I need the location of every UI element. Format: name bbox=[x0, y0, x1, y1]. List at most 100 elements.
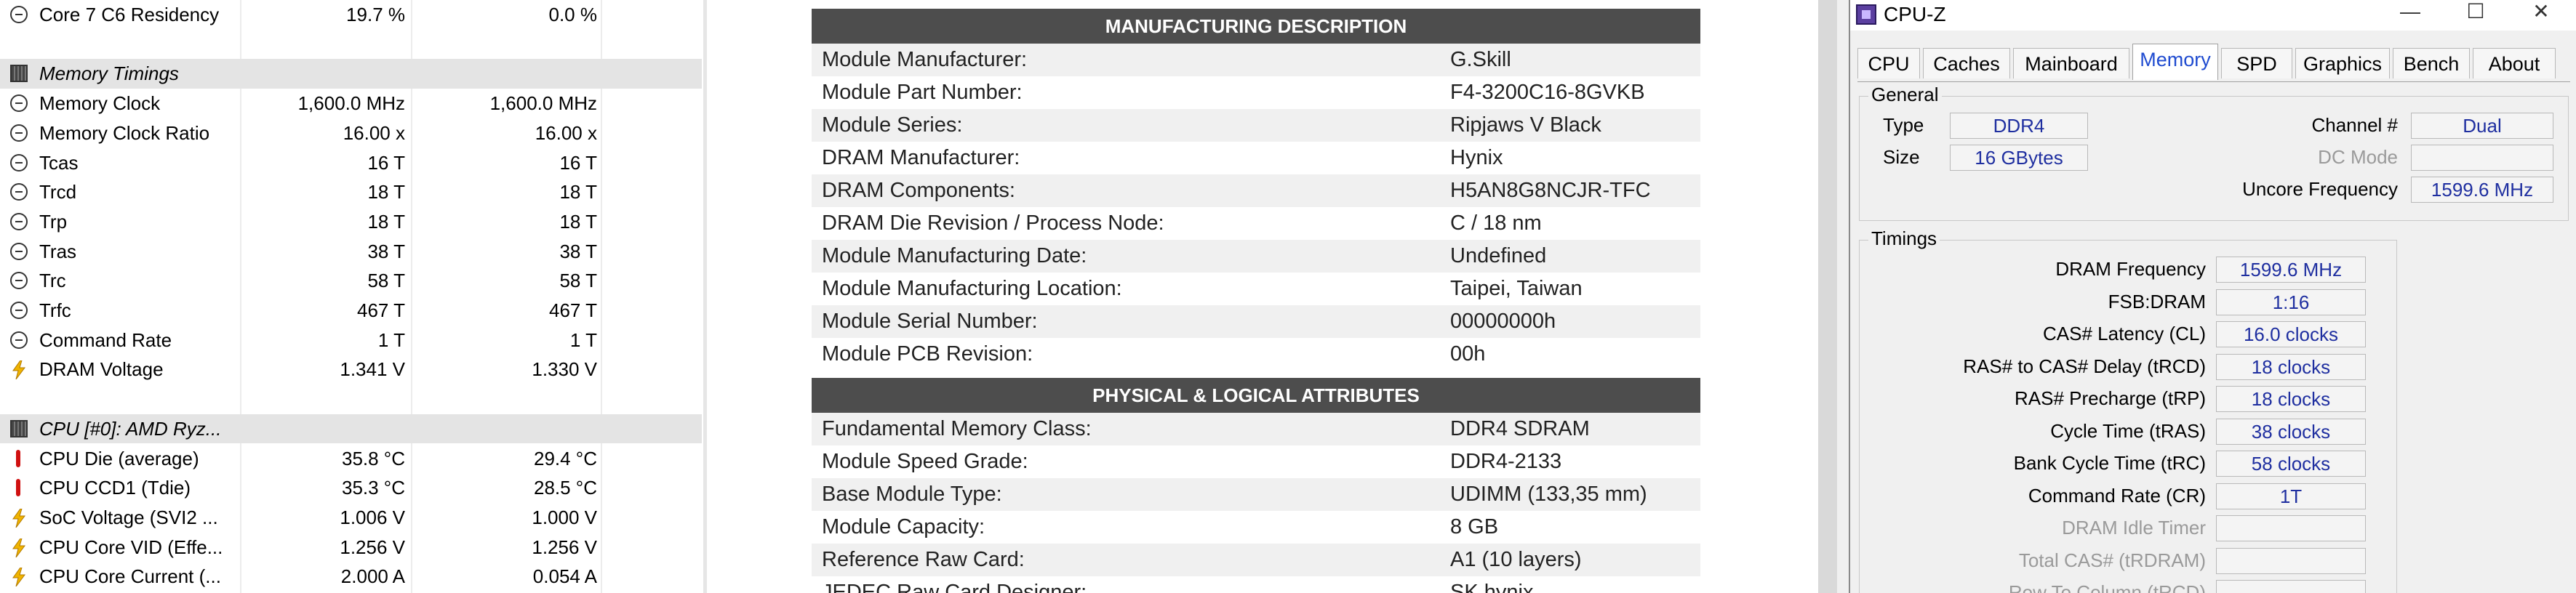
sensor-label: CPU CCD1 (Tdie) bbox=[39, 477, 191, 499]
voltage-icon bbox=[10, 360, 28, 380]
attribute-value: 00h bbox=[1450, 342, 1486, 366]
tab-baseline bbox=[1857, 81, 2570, 82]
sensor-minimum-value: 0.0 % bbox=[548, 4, 598, 25]
timing-label: RAS# Precharge (tRP) bbox=[2015, 387, 2206, 409]
window-title: CPU-Z bbox=[1884, 3, 1946, 25]
sensor-row[interactable]: DRAM Voltage 1.341 V 1.330 V bbox=[0, 355, 702, 384]
sensor-row[interactable]: CPU Die (average) 35.8 °C 29.4 °C bbox=[0, 444, 702, 474]
sensor-group-header[interactable]: Memory Timings bbox=[0, 59, 702, 89]
timing-label: Row To Column (tRCD) bbox=[2008, 581, 2206, 593]
sensor-row[interactable]: Trcd 18 T 18 T bbox=[0, 177, 702, 207]
sensor-label: Memory Timings bbox=[39, 62, 179, 85]
sensor-label: CPU [#0]: AMD Ryz... bbox=[39, 417, 222, 440]
type-field: DDR4 bbox=[1950, 113, 2088, 139]
sensor-row[interactable]: Trfc 467 T 467 T bbox=[0, 296, 702, 326]
tab-bar: CPU Caches Mainboard Memory SPD Graphics Bench… bbox=[1857, 42, 2570, 83]
attribute-name: Module Capacity: bbox=[822, 515, 985, 538]
sensor-label: DRAM Voltage bbox=[39, 358, 164, 381]
dc-mode-field bbox=[2411, 145, 2553, 171]
sensor-current-value: 16.00 x bbox=[343, 121, 405, 144]
group-title: General bbox=[1868, 84, 1942, 106]
attribute-row: Reference Raw Card: A1 (10 layers) bbox=[812, 544, 1700, 576]
attribute-value: C / 18 nm bbox=[1450, 211, 1542, 235]
attribute-row: Module Serial Number: 00000000h bbox=[812, 305, 1700, 338]
tab-spd[interactable]: SPD bbox=[2221, 48, 2292, 78]
sensor-row[interactable]: Core 7 C6 Residency 19.7 % 0.0 % bbox=[0, 0, 702, 30]
timing-value-field: 1599.6 MHz bbox=[2216, 257, 2366, 283]
sensor-current-value: 1 T bbox=[377, 328, 405, 351]
attribute-value: G.Skill bbox=[1450, 48, 1511, 71]
sensor-current-value: 35.3 °C bbox=[341, 477, 405, 499]
timing-value-field: 1:16 bbox=[2216, 289, 2366, 315]
sensor-minimum-value: 16.00 x bbox=[535, 121, 597, 144]
sensor-current-value: 1.006 V bbox=[340, 506, 405, 528]
sensor-minimum-value: 1,600.0 MHz bbox=[489, 92, 597, 115]
sensor-row[interactable]: CPU Core Current (... 2.000 A 0.054 A bbox=[0, 562, 702, 592]
tab-graphics[interactable]: Graphics bbox=[2295, 48, 2390, 78]
sensor-row[interactable]: Memory Clock 1,600.0 MHz 1,600.0 MHz bbox=[0, 89, 702, 118]
close-button[interactable]: ✕ bbox=[2519, 0, 2563, 26]
sensor-row[interactable]: Tcas 16 T 16 T bbox=[0, 148, 702, 178]
tab-mainboard[interactable]: Mainboard bbox=[2013, 48, 2129, 78]
attribute-row: Base Module Type: UDIMM (133,35 mm) bbox=[812, 478, 1700, 511]
attribute-row: DRAM Manufacturer: Hynix bbox=[812, 142, 1700, 174]
attribute-row: JEDEC Raw Card Designer: SK hynix bbox=[812, 576, 1700, 593]
attribute-value: H5AN8G8NCJR-TFC bbox=[1450, 179, 1651, 202]
attribute-row: Module Series: Ripjaws V Black bbox=[812, 109, 1700, 142]
size-label: Size bbox=[1883, 146, 1920, 168]
sensor-row[interactable]: CPU Core VID (Effe... 1.256 V 1.256 V bbox=[0, 533, 702, 562]
thermometer-icon bbox=[16, 449, 20, 467]
attribute-name: DRAM Die Revision / Process Node: bbox=[822, 211, 1164, 235]
cpuz-app-icon bbox=[1856, 4, 1876, 25]
sensor-label: Core 7 C6 Residency bbox=[39, 4, 220, 25]
timing-label: FSB:DRAM bbox=[2108, 290, 2206, 312]
tab-bench[interactable]: Bench bbox=[2393, 48, 2470, 78]
channel-label: Channel # bbox=[2311, 114, 2398, 136]
maximize-button[interactable]: ☐ bbox=[2454, 0, 2497, 26]
timing-label: DRAM Frequency bbox=[2055, 258, 2206, 280]
channel-field: Dual bbox=[2411, 113, 2553, 139]
uncore-frequency-label: Uncore Frequency bbox=[2242, 178, 2398, 200]
attribute-name: Fundamental Memory Class: bbox=[822, 417, 1092, 440]
group-title: Timings bbox=[1868, 227, 1940, 250]
sensor-label: CPU Die (average) bbox=[39, 447, 199, 469]
sensor-row[interactable]: CPU CCD1 (Tdie) 35.3 °C 28.5 °C bbox=[0, 473, 702, 503]
timing-label: Command Rate (CR) bbox=[2028, 484, 2206, 507]
blank-row bbox=[0, 30, 702, 60]
title-bar[interactable]: CPU-Z — ☐ ✕ bbox=[1850, 0, 2576, 31]
tab-caches[interactable]: Caches bbox=[1923, 48, 2010, 78]
voltage-icon bbox=[10, 508, 28, 528]
sensor-group-header[interactable]: CPU [#0]: AMD Ryz... bbox=[0, 414, 702, 444]
attribute-value: F4-3200C16-8GVKB bbox=[1450, 81, 1645, 104]
minimize-button[interactable]: — bbox=[2388, 0, 2432, 26]
cpuz-window: CPU-Z — ☐ ✕ CPU Caches Mainboard Memory SPD G… bbox=[1849, 0, 2576, 593]
sensor-label: Trcd bbox=[39, 181, 77, 203]
sensor-label: Memory Clock Ratio bbox=[39, 121, 210, 144]
sensor-row[interactable]: Memory Clock Ratio 16.00 x 16.00 x bbox=[0, 118, 702, 148]
sensor-label: Trc bbox=[39, 270, 66, 292]
sensor-row[interactable]: Trp 18 T 18 T bbox=[0, 207, 702, 237]
chip-icon bbox=[10, 65, 28, 83]
clock-icon bbox=[10, 331, 28, 349]
sensor-row[interactable]: Trc 58 T 58 T bbox=[0, 266, 702, 296]
sensor-minimum-value: 1.000 V bbox=[532, 506, 597, 528]
attribute-name: Module Manufacturing Location: bbox=[822, 277, 1122, 300]
sensor-current-value: 2.000 A bbox=[340, 565, 405, 588]
sensor-row[interactable]: Tras 38 T 38 T bbox=[0, 237, 702, 267]
attribute-value: SK hynix bbox=[1450, 581, 1534, 593]
attribute-name: Module Manufacturer: bbox=[822, 48, 1028, 71]
clock-icon bbox=[10, 183, 28, 201]
spd-report-panel: MANUFACTURING DESCRIPTION Module Manufac… bbox=[707, 0, 1818, 593]
tab-cpu[interactable]: CPU bbox=[1857, 48, 1920, 78]
voltage-icon bbox=[10, 568, 28, 587]
sensor-row[interactable]: Command Rate 1 T 1 T bbox=[0, 326, 702, 355]
tab-about[interactable]: About bbox=[2473, 48, 2556, 78]
tab-memory[interactable]: Memory bbox=[2132, 44, 2218, 80]
timing-value-field bbox=[2216, 515, 2366, 541]
sensor-row[interactable]: SoC Voltage (SVI2 ... 1.006 V 1.000 V bbox=[0, 503, 702, 533]
clock-icon bbox=[10, 153, 28, 172]
timing-label: Bank Cycle Time (tRC) bbox=[2013, 452, 2206, 474]
attribute-value: A1 (10 layers) bbox=[1450, 548, 1582, 571]
clock-icon bbox=[10, 302, 28, 319]
timing-value-field: 58 clocks bbox=[2216, 451, 2366, 477]
